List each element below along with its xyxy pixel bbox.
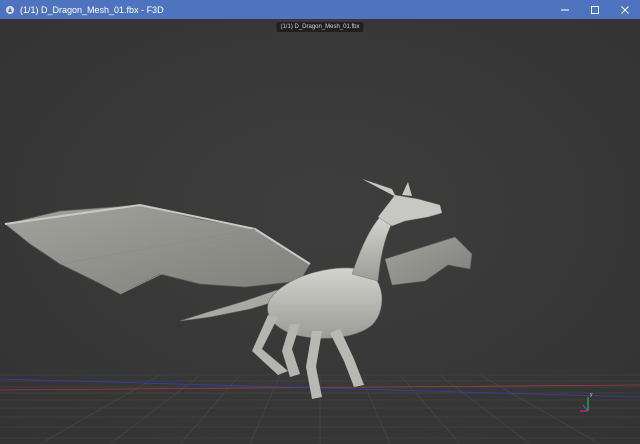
scene: y	[0, 19, 640, 444]
maximize-button[interactable]	[580, 0, 610, 19]
file-name-label: (1/1) D_Dragon_Mesh_01.fbx	[276, 22, 364, 32]
minimize-icon	[561, 9, 569, 10]
minimize-button[interactable]	[550, 0, 580, 19]
window-controls	[550, 0, 640, 19]
app-window: (1/1) D_Dragon_Mesh_01.fbx - F3D y (1/1)…	[0, 0, 640, 444]
3d-viewport[interactable]: y (1/1) D_Dragon_Mesh_01.fbx	[0, 19, 640, 444]
close-icon	[621, 5, 629, 14]
close-button[interactable]	[610, 0, 640, 19]
maximize-icon	[591, 5, 599, 14]
app-icon	[5, 5, 15, 15]
title-bar[interactable]: (1/1) D_Dragon_Mesh_01.fbx - F3D	[0, 0, 640, 19]
window-title: (1/1) D_Dragon_Mesh_01.fbx - F3D	[20, 4, 164, 15]
